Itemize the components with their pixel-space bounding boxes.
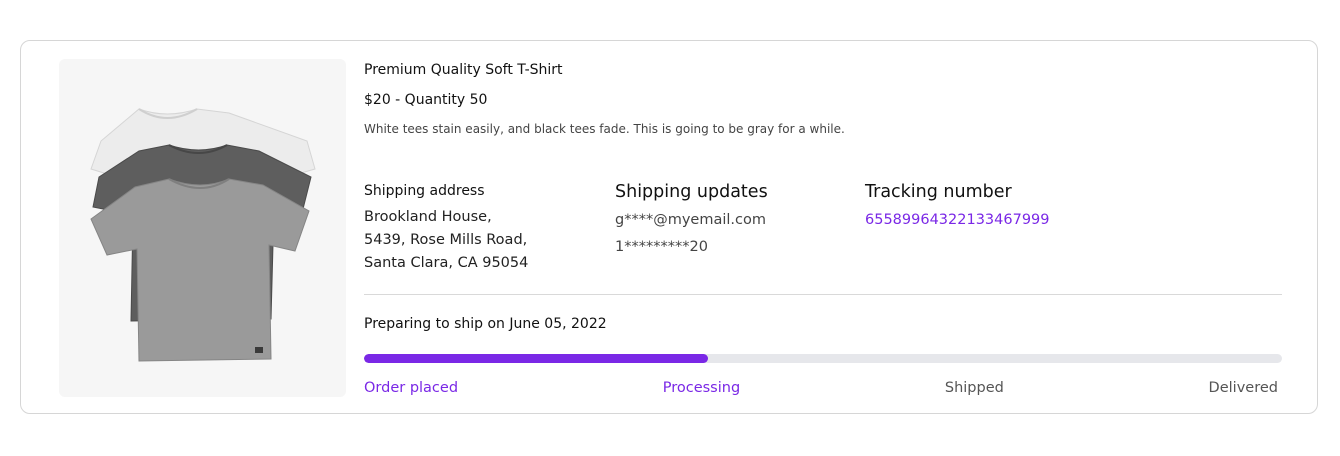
shipping-status: Preparing to ship on June 05, 2022 (364, 316, 607, 332)
tracking-section: Tracking number 655899643221334679​99 (865, 179, 1125, 230)
info-row: Shipping address Brookland House, 5439, … (364, 179, 1282, 279)
price-quantity: $20 - Quantity 50 (364, 92, 488, 108)
product-name: Premium Quality Soft T-Shirt (364, 62, 563, 78)
shipping-address-heading: Shipping address (364, 183, 485, 199)
update-phone: 1*********20 (615, 239, 708, 255)
divider (364, 294, 1282, 295)
address-line: 5439, Rose Mills Road, (364, 232, 528, 248)
tshirt-stack-icon (90, 108, 316, 362)
progress-steps: Order placed Processing Shipped Delivere… (364, 377, 1278, 399)
address-lines: Brookland House, 5439, Rose Mills Road, … (364, 206, 604, 275)
progress-bar (364, 354, 1282, 363)
update-email: g****@myemail.com (615, 212, 766, 228)
product-image (59, 59, 346, 397)
progress-fill (364, 354, 709, 363)
order-card: Premium Quality Soft T-Shirt $20 - Quant… (20, 40, 1318, 414)
order-details: Premium Quality Soft T-Shirt $20 - Quant… (364, 59, 1282, 396)
address-line: Brookland House, (364, 209, 492, 225)
tracking-heading: Tracking number (865, 182, 1012, 202)
address-line: Santa Clara, CA 95054 (364, 255, 529, 271)
tracking-number-link[interactable]: 655899643221334679​99 (865, 210, 1125, 230)
step-delivered: Delivered (1208, 380, 1278, 396)
shipping-updates-section: Shipping updates g****@myemail.com 1****… (615, 179, 855, 261)
step-shipped: Shipped (944, 380, 1004, 396)
step-order-placed: Order placed (364, 380, 459, 396)
product-description: White tees stain easily, and black tees … (364, 122, 845, 136)
shipping-updates-heading: Shipping updates (615, 182, 768, 202)
shipping-address-section: Shipping address Brookland House, 5439, … (364, 179, 604, 275)
step-processing: Processing (662, 380, 741, 396)
update-contacts: g****@myemail.com 1*********20 (615, 207, 855, 261)
